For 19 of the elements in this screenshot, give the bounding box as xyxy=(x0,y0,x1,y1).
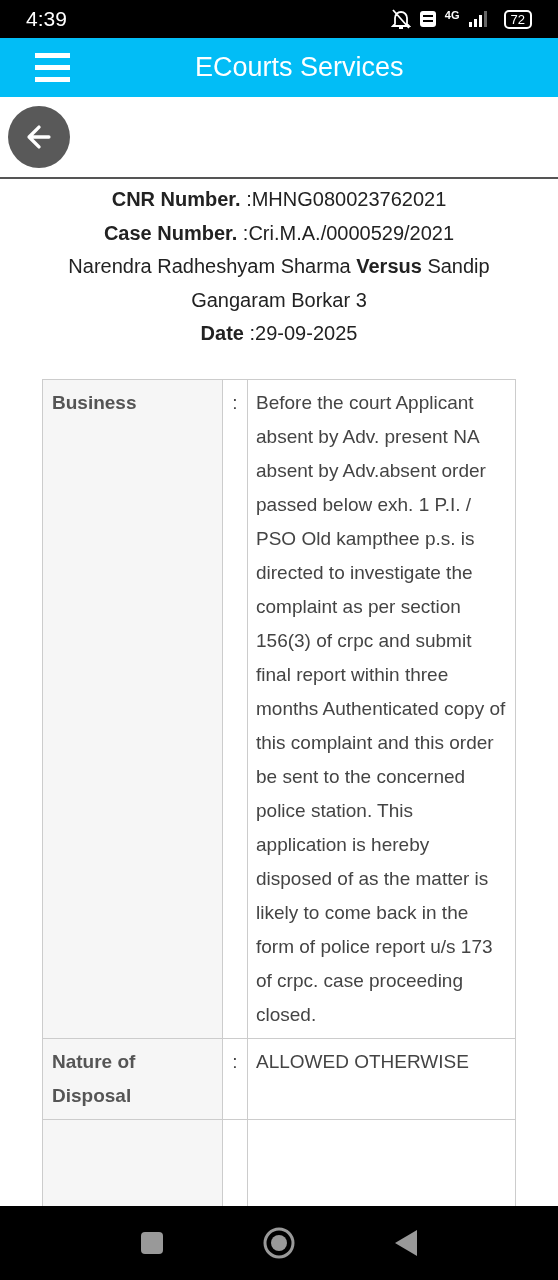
recents-icon[interactable] xyxy=(141,1232,163,1254)
case-info-line: Case Number. :Cri.M.A./0000529/2021 xyxy=(103,220,455,246)
clock: 4:39 xyxy=(26,6,67,33)
field-label: Nature of Disposal xyxy=(43,1038,223,1119)
field-value: Before the court Applicant absent by Adv. present NA absent by Adv.absent order passed below exh. 1 P.I. / PSO Old kampthee p.s. is directed to investigate the complaint as per section 156(3) of crpc and submit final report within three months Authenticated copy of this complaint and this order be sent to the concerned police station. This application is hereby disposed of as the matter is likely to come back in the form of police report u/s 173 of crpc. case proceeding closed. xyxy=(255,390,507,1027)
network-type: 4G xyxy=(444,9,460,21)
signal-icon xyxy=(467,10,490,28)
app-title: ECourts Services xyxy=(195,51,404,85)
case-info-line: Narendra Radheshyam Sharma Versus Sandip Gangaram Borkar 3 xyxy=(67,254,491,313)
home-icon[interactable] xyxy=(263,1227,295,1259)
battery-indicator: 72 xyxy=(503,9,532,29)
separator: : xyxy=(232,1050,238,1072)
case-info-line: Date :29-09-2025 xyxy=(200,321,358,346)
bell-off-icon xyxy=(390,8,411,30)
field-label: Business xyxy=(43,379,223,1038)
back-icon[interactable] xyxy=(395,1230,417,1256)
field-value: ALLOWED OTHERWISE xyxy=(255,1049,470,1074)
separator: : xyxy=(232,391,238,413)
case-info-line: CNR Number. :MHNG080023762021 xyxy=(111,187,447,212)
